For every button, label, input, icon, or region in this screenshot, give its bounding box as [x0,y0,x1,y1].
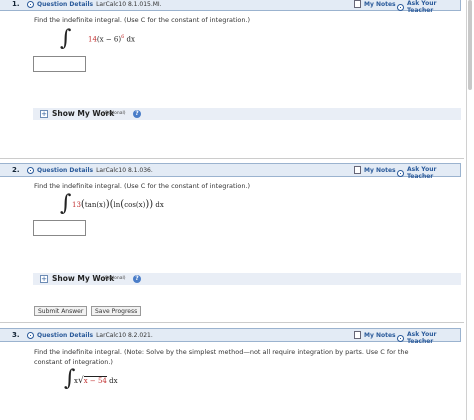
my-notes-label: My Notes [364,331,396,339]
my-notes-button[interactable]: My Notes [354,331,396,339]
integrand-base: (x − 6) [96,35,122,44]
integrand-coefficient: 13 [72,201,81,209]
question-prompt-line2: constant of integration.) [34,358,113,366]
ask-teacher-button[interactable]: Ask Your Teacher [397,331,460,345]
expand-plus-icon[interactable]: + [40,275,48,283]
scroll-thumb[interactable] [468,0,472,90]
ask-teacher-label: Ask Your Teacher [407,0,437,14]
plus-circle-icon [397,169,404,177]
dx-label: dx [126,35,135,44]
optional-label: (Optional) [103,276,126,281]
my-notes-label: My Notes [364,166,396,174]
question-details-toggle[interactable]: Question Details LarCalc10 8.1.015.MI. [27,1,162,8]
save-progress-button[interactable]: Save Progress [91,306,142,316]
scroll-track[interactable] [466,0,467,420]
question-code: LarCalc10 8.1.015.MI. [96,1,162,8]
plus-circle-icon [27,167,34,174]
my-notes-label: My Notes [364,0,396,8]
my-notes-button[interactable]: My Notes [354,166,396,174]
my-notes-button[interactable]: My Notes [354,0,396,8]
radicand: x − 54 [83,377,107,385]
question-details-toggle[interactable]: Question Details LarCalc10 8.1.036. [27,167,153,174]
question-details-label: Question Details [37,332,94,339]
plus-circle-icon [397,3,404,11]
integrand-coefficient: 14 [88,35,97,44]
expand-plus-icon[interactable]: + [40,110,48,118]
question-details-label: Question Details [37,1,94,8]
integrand-tan: tan(x) [84,201,106,209]
notes-icon [354,166,361,174]
question-header: 3. Question Details LarCalc10 8.2.021. M… [0,328,461,345]
dx-label: dx [155,201,164,209]
notes-icon [354,331,361,339]
optional-label: (Optional) [103,111,126,116]
plus-circle-icon [27,332,34,339]
ask-teacher-label: Ask Your Teacher [407,166,437,180]
question-number: 3. [12,331,20,339]
question-code: LarCalc10 8.1.036. [96,167,153,174]
question-details-label: Question Details [37,167,94,174]
show-my-work-bar[interactable]: + Show My Work (Optional) ? [33,273,461,285]
question-details-toggle[interactable]: Question Details LarCalc10 8.2.021. [27,332,153,339]
integrand-exponent: 6 [121,34,125,40]
ask-teacher-button[interactable]: Ask Your Teacher [397,166,460,180]
show-my-work-bar[interactable]: + Show My Work (Optional) ? [33,108,461,120]
question-code: LarCalc10 8.2.021. [96,332,153,339]
question-header: 1. Question Details LarCalc10 8.1.015.MI… [0,0,461,14]
divider [0,158,464,159]
question-number: 1. [12,0,20,8]
question-prompt: Find the indefinite integral. (Use C for… [34,16,251,24]
answer-input[interactable] [33,56,86,72]
integral-sign: ∫ [60,26,72,51]
dx-label: dx [109,377,118,385]
question-prompt-line1: Find the indefinite integral. (Note: Sol… [34,348,409,356]
notes-icon [354,0,361,8]
plus-circle-icon [27,1,34,8]
ask-teacher-button[interactable]: Ask Your Teacher [397,0,460,14]
plus-circle-icon [397,334,404,342]
help-icon[interactable]: ? [133,110,141,118]
answer-input[interactable] [33,220,86,236]
submit-answer-button[interactable]: Submit Answer [34,306,88,316]
integrand-cos: cos(x) [124,201,146,209]
divider [0,322,464,323]
integral-sign: ∫ [60,191,72,216]
question-number: 2. [12,166,20,174]
help-icon[interactable]: ? [133,275,141,283]
ask-teacher-label: Ask Your Teacher [407,331,437,345]
question-header: 2. Question Details LarCalc10 8.1.036. M… [0,163,461,180]
question-prompt: Find the indefinite integral. (Use C for… [34,182,251,190]
